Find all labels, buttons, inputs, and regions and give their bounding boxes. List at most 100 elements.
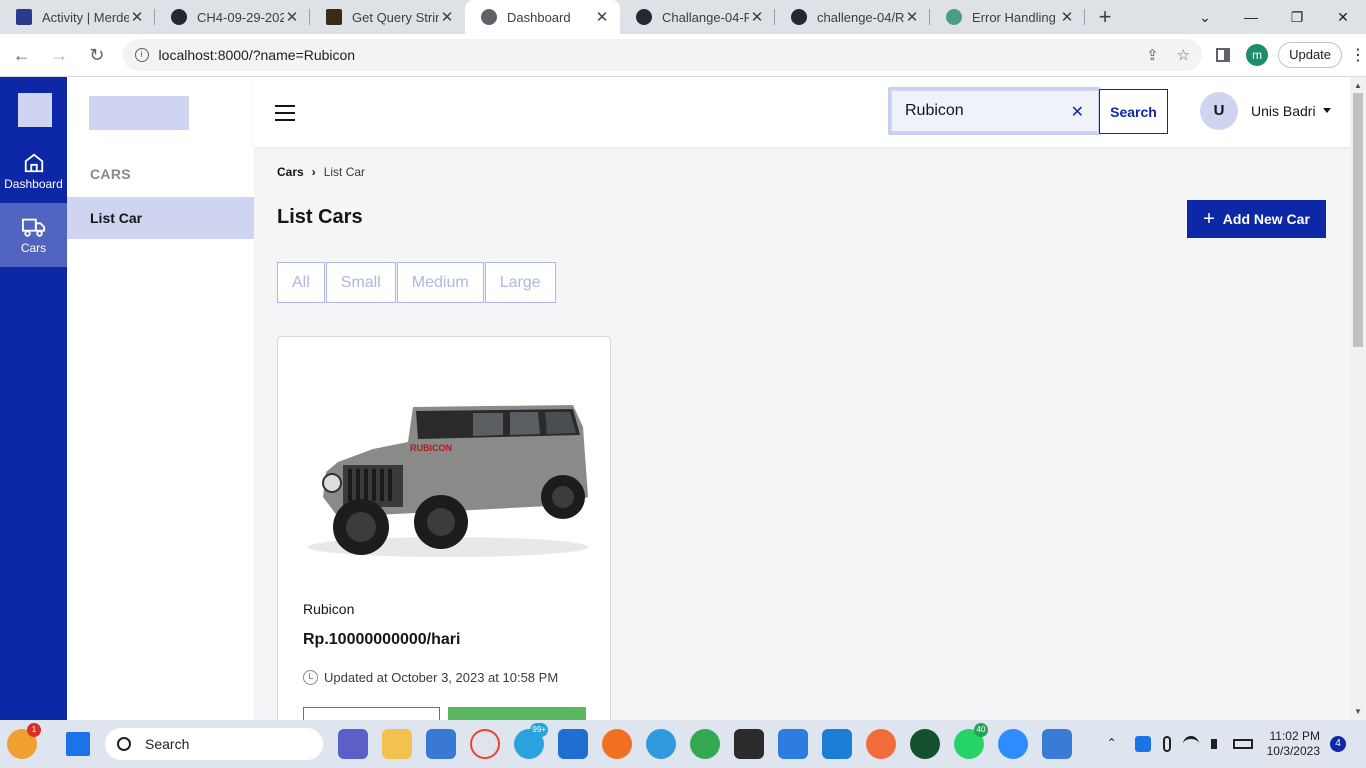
tab-title: challenge-04/RE xyxy=(817,9,904,25)
store-icon[interactable] xyxy=(426,729,456,759)
tab-search-chevron-icon[interactable]: ⌄ xyxy=(1182,9,1228,26)
notepad-icon[interactable] xyxy=(778,729,808,759)
sidebar-item-list-car[interactable]: List Car xyxy=(67,197,254,239)
filter-medium-button[interactable]: Medium xyxy=(396,262,484,303)
postman-icon[interactable] xyxy=(866,729,896,759)
scroll-down-icon[interactable]: ▼ xyxy=(1354,707,1362,716)
volume-icon[interactable] xyxy=(1210,739,1221,749)
close-icon[interactable]: ✕ xyxy=(129,8,145,26)
file-explorer-icon[interactable] xyxy=(382,729,412,759)
sub-sidebar: CARS List Car xyxy=(67,77,254,720)
size-filter-group: All Small Medium Large xyxy=(277,262,557,303)
github-icon xyxy=(791,9,807,25)
browser-tab[interactable]: Challange-04-FS ✕ xyxy=(620,0,775,34)
widgets-badge: 1 xyxy=(27,723,41,737)
chevron-right-icon: › xyxy=(311,165,316,179)
chrome-icon[interactable] xyxy=(470,729,500,759)
battery-icon[interactable] xyxy=(1232,739,1253,749)
whatsapp-icon[interactable]: 40 xyxy=(954,723,988,759)
os-taskbar: 1 Search 99+ 40 ⌃ 11:02 PM 10/3/2023 4 xyxy=(0,720,1366,768)
hamburger-menu-icon[interactable] xyxy=(275,105,295,126)
search-icon xyxy=(117,737,131,751)
restore-icon[interactable]: ❐ xyxy=(1274,9,1320,26)
close-icon[interactable]: ✕ xyxy=(439,8,455,26)
filter-small-button[interactable]: Small xyxy=(325,262,396,303)
side-panel-icon[interactable] xyxy=(1216,48,1231,62)
close-icon[interactable]: ✕ xyxy=(594,8,610,26)
close-icon[interactable]: ✕ xyxy=(1059,8,1075,26)
forward-arrow-icon[interactable]: → xyxy=(44,45,76,66)
browser-toolbar: ← → ↻ i localhost:8000/?name=Rubicon ⇪ ☆… xyxy=(0,34,1366,77)
back-arrow-icon[interactable]: ← xyxy=(6,45,38,66)
browser-tab[interactable]: Activity | Merdeka ✕ xyxy=(0,0,155,34)
search-box: ✕ xyxy=(888,87,1100,135)
filter-all-button[interactable]: All xyxy=(277,262,325,303)
mongodb-icon[interactable] xyxy=(910,729,940,759)
breadcrumb-root[interactable]: Cars xyxy=(277,165,304,179)
car-image: RUBICON xyxy=(308,405,588,557)
chevron-up-icon[interactable]: ⌃ xyxy=(1107,736,1123,752)
tab-title: Get Query String xyxy=(352,9,439,25)
app-root: Dashboard Cars CARS List Car ✕ Search U … xyxy=(0,77,1366,736)
address-bar[interactable]: i localhost:8000/?name=Rubicon ⇪ ☆ xyxy=(122,39,1203,71)
taskbar-search-label: Search xyxy=(145,736,190,752)
add-new-car-label: Add New Car xyxy=(1222,211,1310,227)
merdeka-favicon-icon xyxy=(16,9,32,25)
telegram-badge: 99+ xyxy=(530,723,548,737)
close-icon[interactable]: ✕ xyxy=(284,8,300,26)
search-button[interactable]: Search xyxy=(1099,89,1168,134)
widgets-icon[interactable]: 1 xyxy=(7,723,41,759)
photos-icon[interactable] xyxy=(1042,729,1072,759)
microphone-icon[interactable] xyxy=(1162,736,1171,752)
telegram-icon[interactable]: 99+ xyxy=(514,723,548,759)
windows-start-icon[interactable] xyxy=(66,732,90,756)
wifi-icon[interactable] xyxy=(1182,736,1199,752)
car-card: RUBICON Rubicon Rp.10000000000/hari Upda… xyxy=(277,336,611,736)
browser-tab[interactable]: CH4-09-29-2023 ✕ xyxy=(155,0,310,34)
browser-tab[interactable]: Error Handling M ✕ xyxy=(930,0,1085,34)
reload-icon[interactable]: ↻ xyxy=(81,45,113,66)
security-icon[interactable] xyxy=(1134,736,1151,752)
scroll-up-icon[interactable]: ▲ xyxy=(1354,81,1362,90)
browser-tab[interactable]: Get Query String ✕ xyxy=(310,0,465,34)
firefox-icon[interactable] xyxy=(602,729,632,759)
rail-item-cars[interactable]: Cars xyxy=(0,203,67,267)
page-scrollbar[interactable]: ▲ ▼ xyxy=(1350,77,1366,720)
close-icon[interactable]: ✕ xyxy=(749,8,765,26)
clear-search-icon[interactable]: ✕ xyxy=(1071,102,1084,122)
chrome-profile-icon[interactable] xyxy=(690,729,720,759)
new-tab-button[interactable]: + xyxy=(1085,4,1125,30)
close-window-icon[interactable]: ✕ xyxy=(1320,9,1366,26)
terminal-icon[interactable] xyxy=(734,729,764,759)
site-info-icon[interactable]: i xyxy=(134,48,149,62)
vscode-icon[interactable] xyxy=(822,729,852,759)
system-clock[interactable]: 11:02 PM 10/3/2023 xyxy=(1267,729,1320,759)
browser-menu-icon[interactable]: ⋮ xyxy=(1350,45,1366,65)
edge-icon[interactable] xyxy=(646,729,676,759)
teams-meet-icon[interactable] xyxy=(338,729,368,759)
update-button[interactable]: Update xyxy=(1278,42,1343,68)
filter-large-button[interactable]: Large xyxy=(484,262,556,303)
brand-placeholder xyxy=(89,96,189,130)
browser-tab-active[interactable]: Dashboard ✕ xyxy=(465,0,620,34)
minimize-icon[interactable]: — xyxy=(1228,9,1274,25)
close-icon[interactable]: ✕ xyxy=(904,8,920,26)
user-name[interactable]: Unis Badri xyxy=(1251,103,1316,119)
taskbar-search[interactable]: Search xyxy=(105,728,323,760)
add-new-car-button[interactable]: + Add New Car xyxy=(1187,200,1326,238)
clock-icon xyxy=(303,670,318,685)
scrollbar-thumb[interactable] xyxy=(1353,93,1363,347)
avatar[interactable]: U xyxy=(1200,92,1238,130)
search-input[interactable] xyxy=(892,91,1098,131)
rail-item-dashboard[interactable]: Dashboard xyxy=(0,139,67,203)
mail-icon[interactable] xyxy=(558,729,588,759)
notification-count[interactable]: 4 xyxy=(1330,736,1346,752)
bookmark-star-icon[interactable]: ☆ xyxy=(1177,46,1190,64)
window-controls: ⌄ — ❐ ✕ xyxy=(1182,0,1366,34)
browser-tab[interactable]: challenge-04/RE ✕ xyxy=(775,0,930,34)
profile-avatar[interactable]: m xyxy=(1246,44,1269,66)
user-menu-caret-icon[interactable] xyxy=(1323,108,1331,113)
url-text[interactable]: localhost:8000/?name=Rubicon xyxy=(159,47,1129,63)
share-icon[interactable]: ⇪ xyxy=(1146,46,1159,64)
zoom-icon[interactable] xyxy=(998,729,1028,759)
